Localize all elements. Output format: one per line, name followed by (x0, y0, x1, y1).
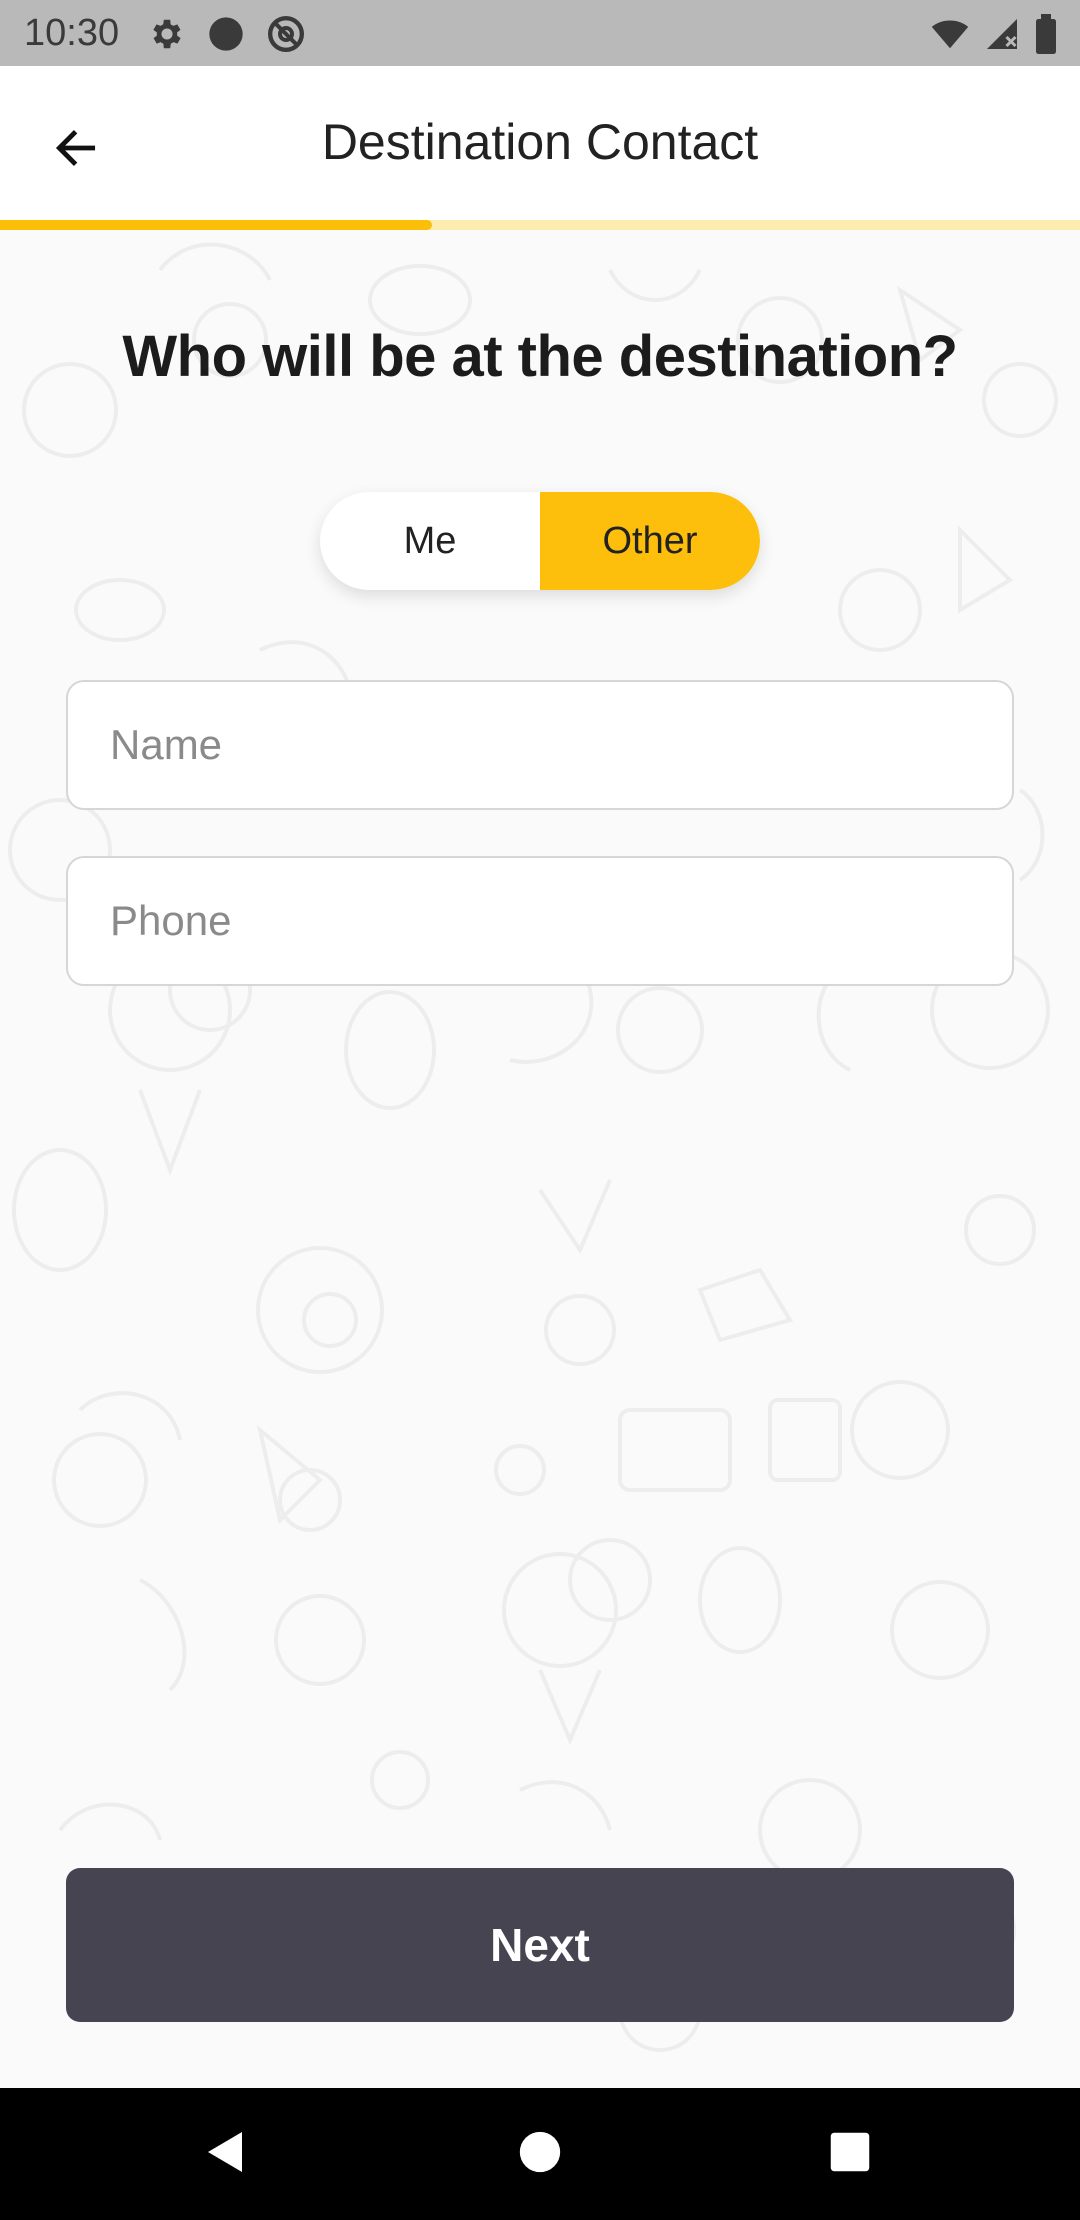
battery-icon (1034, 14, 1058, 54)
next-button[interactable]: Next (66, 1868, 1014, 2022)
back-triangle-icon (202, 2128, 250, 2181)
nav-recents-button[interactable] (810, 2114, 890, 2194)
status-time: 10:30 (24, 12, 120, 54)
status-icons-right (930, 14, 1058, 54)
recents-square-icon (829, 2131, 871, 2178)
at-sign-icon (266, 14, 306, 54)
status-icons-left (148, 14, 306, 54)
screen: 10:30 Destination Contact Who will be at… (0, 0, 1080, 2220)
wifi-icon (930, 15, 970, 53)
circle-icon (206, 14, 246, 54)
page-title: Destination Contact (321, 114, 759, 170)
app-bar: Destination Contact (0, 66, 1080, 220)
nav-back-button[interactable] (186, 2114, 266, 2194)
nav-home-button[interactable] (500, 2114, 580, 2194)
signal-icon (984, 15, 1020, 53)
progress-fill (0, 220, 432, 230)
toggle-option-other[interactable]: Other (540, 492, 760, 590)
phone-field-container (66, 856, 1014, 986)
progress-bar (0, 220, 1080, 230)
system-nav-bar (0, 2088, 1080, 2220)
recipient-toggle: Me Other (320, 492, 760, 590)
name-field-container (66, 680, 1014, 810)
toggle-option-me[interactable]: Me (320, 492, 540, 590)
status-bar: 10:30 (0, 0, 1080, 66)
question-heading: Who will be at the destination? (122, 324, 958, 389)
phone-input[interactable] (68, 858, 1012, 984)
name-input[interactable] (68, 682, 1012, 808)
home-circle-icon (518, 2130, 562, 2179)
settings-icon (148, 15, 186, 53)
